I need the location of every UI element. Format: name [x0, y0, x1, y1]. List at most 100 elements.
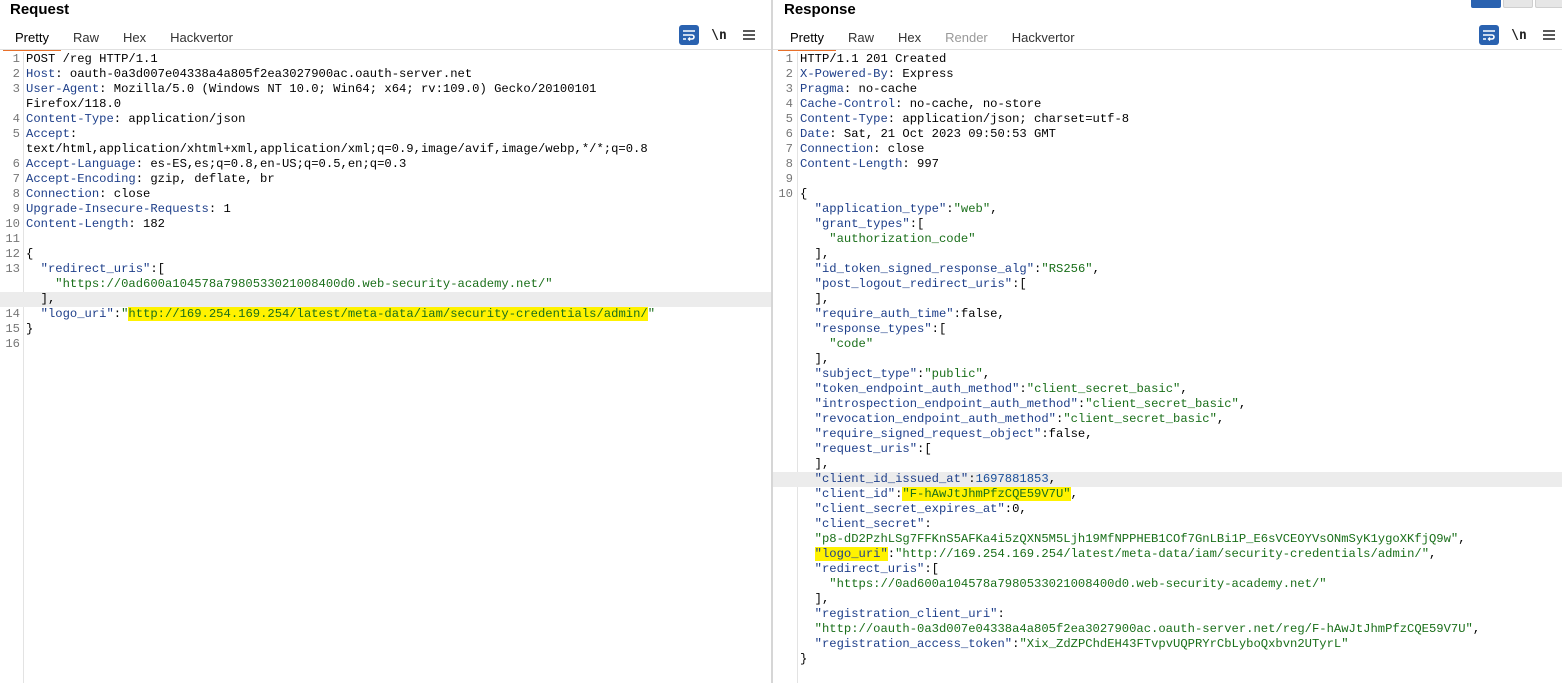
code-line: "response_types":[: [773, 322, 1562, 337]
line-content: "http://oauth-0a3d007e04338a4a805f2ea302…: [800, 622, 1481, 637]
code-line: 8 Connection: close: [0, 187, 771, 202]
line-content: "code": [800, 337, 873, 352]
tab-raw[interactable]: Raw: [61, 27, 111, 49]
code-token: "client_secret_expires_at": [800, 502, 1005, 516]
code-token: X-Powered-By: [800, 67, 888, 81]
code-line: Firefox/118.0: [0, 97, 771, 112]
code-token: "client_secret_basic": [1063, 412, 1217, 426]
code-line: 3 Pragma: no-cache: [773, 82, 1562, 97]
line-content: "redirect_uris":[: [26, 262, 165, 277]
response-tabs: Pretty Raw Hex Render Hackvertor: [778, 27, 1087, 51]
code-token: "registration_access_token": [800, 637, 1013, 651]
line-number: 9: [12, 202, 20, 216]
code-line: "https://0ad600a104578a7980533021008400d…: [773, 577, 1562, 592]
line-content: "response_types":[: [800, 322, 947, 337]
wrap-lines-icon[interactable]: [1479, 25, 1499, 45]
layout-stacked-icon[interactable]: [1503, 0, 1533, 8]
code-token: Date: [800, 127, 830, 141]
code-line: 6 Accept-Language: es-ES,es;q=0.8,en-US;q…: [0, 157, 771, 172]
line-number: 1: [12, 52, 20, 66]
line-number: 10: [5, 217, 20, 231]
highlighted-text: "F-hAwJtJhmPfzCQE59V7U": [902, 487, 1071, 501]
response-panel: Response Pretty Raw Hex Render Hackvertor \n…: [773, 0, 1562, 683]
tab-hackvertor[interactable]: Hackvertor: [158, 27, 245, 49]
tab-pretty[interactable]: Pretty: [778, 27, 836, 51]
line-content: "client_secret_expires_at":0,: [800, 502, 1027, 517]
code-token: ],: [800, 592, 830, 606]
code-token: HTTP/1.1 201 Created: [800, 52, 947, 66]
code-token: ,: [1238, 397, 1247, 411]
newline-icon[interactable]: \n: [1509, 25, 1529, 45]
code-token: : 1: [208, 202, 231, 216]
wrap-lines-icon[interactable]: [679, 25, 699, 45]
code-line: "https://0ad600a104578a7980533021008400d…: [0, 277, 771, 292]
code-token: "registration_client_uri": [800, 607, 998, 621]
code-line: ],: [773, 457, 1562, 472]
code-line: "require_auth_time":false,: [773, 307, 1562, 322]
line-number: 2: [12, 67, 20, 81]
code-token: Connection: [800, 142, 874, 156]
code-token: : application/json; charset=utf-8: [887, 112, 1130, 126]
newline-icon[interactable]: \n: [709, 25, 729, 45]
line-content: }: [800, 652, 807, 667]
code-line: 9 Upgrade-Insecure-Requests: 1: [0, 202, 771, 217]
code-token: Firefox/118.0: [26, 97, 122, 111]
response-editor[interactable]: 1 HTTP/1.1 201 Created 2 X-Powered-By: Expr…: [773, 52, 1562, 683]
line-number: 4: [785, 97, 793, 111]
line-content: ],: [26, 292, 56, 307]
code-token: "client_secret_basic": [1026, 382, 1181, 396]
code-token: ],: [800, 247, 830, 261]
code-line: "grant_types":[: [773, 217, 1562, 232]
code-token: :false,: [1041, 427, 1093, 441]
line-content: "authorization_code": [800, 232, 975, 247]
tab-render[interactable]: Render: [933, 27, 1000, 49]
code-token: Host: [26, 67, 56, 81]
code-line: 5 Accept:: [0, 127, 771, 142]
code-line: "post_logout_redirect_uris":[: [773, 277, 1562, 292]
menu-icon[interactable]: [1539, 25, 1559, 45]
code-line: "revocation_endpoint_auth_method":"clien…: [773, 412, 1562, 427]
code-token: "code": [800, 337, 874, 351]
code-line: "logo_uri":"http://169.254.169.254/lates…: [773, 547, 1562, 562]
code-token: :0,: [1004, 502, 1027, 516]
code-token: "client_id": [800, 487, 896, 501]
code-token: ,: [1458, 532, 1466, 546]
line-content: Connection: close: [26, 187, 150, 202]
code-token: :: [924, 517, 932, 531]
tab-raw[interactable]: Raw: [836, 27, 886, 49]
line-content: Upgrade-Insecure-Requests: 1: [26, 202, 231, 217]
response-title: Response: [784, 1, 856, 18]
request-toolbar: \n: [679, 25, 759, 45]
tab-hackvertor[interactable]: Hackvertor: [1000, 27, 1087, 49]
code-token: : gzip, deflate, br: [135, 172, 275, 186]
code-token: ],: [800, 352, 830, 366]
code-token: "Xix_ZdZPChdEH43FTvpvUQPRYrCbLyboQxbvn2U…: [1019, 637, 1349, 651]
line-content: ],: [800, 457, 830, 472]
code-token: "require_auth_time": [800, 307, 954, 321]
line-number: 8: [12, 187, 20, 201]
code-token: "logo_uri": [26, 307, 114, 321]
request-editor[interactable]: 1 POST /reg HTTP/1.1 2 Host: oauth-0a3d007e…: [0, 52, 771, 683]
code-line: "client_secret":: [773, 517, 1562, 532]
code-token: :: [968, 472, 976, 486]
line-content: "request_uris":[: [800, 442, 932, 457]
layout-side-by-side-icon[interactable]: [1471, 0, 1501, 8]
code-token: :[: [931, 322, 947, 336]
code-token: "http://oauth-0a3d007e04338a4a805f2ea302…: [800, 622, 1473, 636]
code-token: }: [800, 652, 808, 666]
tab-hex[interactable]: Hex: [111, 27, 158, 49]
code-line: 4 Content-Type: application/json: [0, 112, 771, 127]
line-number: 5: [785, 112, 793, 126]
highlighted-text: http://169.254.169.254/latest/meta-data/…: [128, 307, 648, 321]
code-line: 11: [0, 232, 771, 247]
code-token: :false,: [953, 307, 1005, 321]
tab-hex[interactable]: Hex: [886, 27, 933, 49]
line-number: 3: [12, 82, 20, 96]
code-token: "web": [953, 202, 991, 216]
layout-tabs-icon[interactable]: [1535, 0, 1562, 8]
code-line: ],: [773, 352, 1562, 367]
code-line: "token_endpoint_auth_method":"client_sec…: [773, 382, 1562, 397]
line-number: 8: [785, 157, 793, 171]
menu-icon[interactable]: [739, 25, 759, 45]
tab-pretty[interactable]: Pretty: [3, 27, 61, 51]
